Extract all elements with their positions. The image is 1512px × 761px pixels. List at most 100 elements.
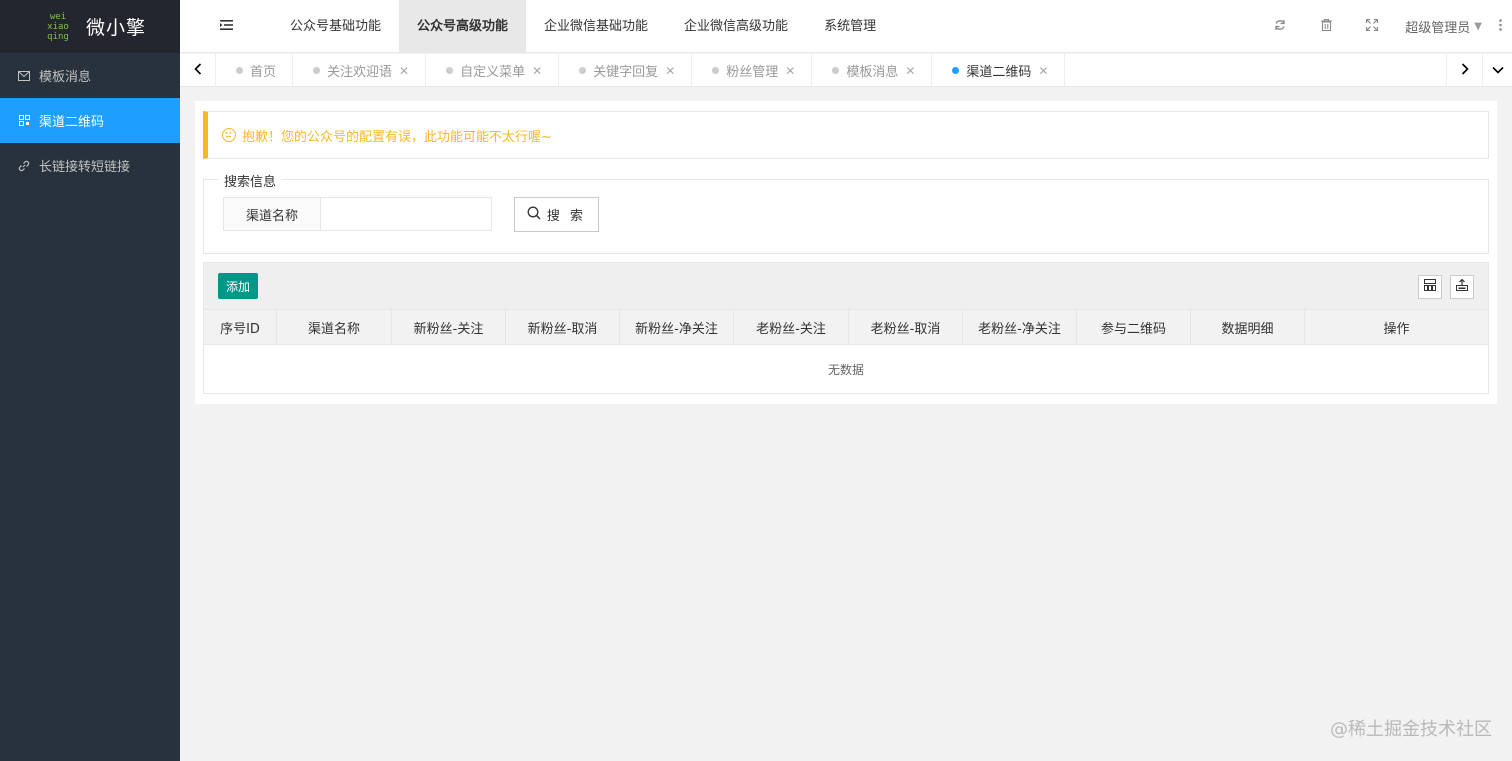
header-actions: 超级管理员 ▼ <box>1257 0 1512 53</box>
column-header[interactable]: 新粉丝-净关注 <box>620 310 734 345</box>
tab-label: 粉丝管理 <box>726 65 779 80</box>
add-button[interactable]: 添加 <box>218 273 258 299</box>
column-header[interactable]: 新粉丝-关注 <box>392 310 506 345</box>
tab-dot <box>579 67 587 74</box>
refresh-button[interactable] <box>1257 0 1303 53</box>
close-icon[interactable]: ✕ <box>785 64 795 78</box>
channel-name-input[interactable] <box>321 197 492 231</box>
column-header[interactable]: 序号ID <box>204 310 277 345</box>
nav-mp-basic[interactable]: 公众号基础功能 <box>272 0 399 53</box>
tab-label: 首页 <box>250 65 277 80</box>
refresh-icon <box>1274 19 1286 35</box>
export-icon <box>1456 278 1468 295</box>
tab-dot <box>236 67 243 74</box>
main-content: 抱歉！您的公众号的配置有误，此功能可能不太行喔~ 搜索信息 渠道名称 搜 索 添… <box>195 101 1497 404</box>
channel-name-field: 渠道名称 <box>223 197 492 231</box>
column-header[interactable]: 渠道名称 <box>277 310 392 345</box>
top-header: 公众号基础功能 公众号高级功能 企业微信基础功能 企业微信高级功能 系统管理 超… <box>180 0 1512 53</box>
more-vertical-icon <box>1498 18 1502 35</box>
empty-state: 无数据 <box>204 345 1488 393</box>
search-icon <box>527 206 547 224</box>
logo-mark: wei xiao qing <box>47 11 69 42</box>
user-name: 超级管理员 <box>1405 21 1471 36</box>
close-icon[interactable]: ✕ <box>399 64 409 78</box>
tab-dot <box>446 67 454 74</box>
fold-sidebar-button[interactable] <box>180 0 272 53</box>
search-button[interactable]: 搜 索 <box>514 197 599 232</box>
sidebar-item-channel-qrcode[interactable]: 渠道二维码 <box>0 98 180 143</box>
menu-fold-icon <box>219 19 233 34</box>
tab-list: 首页 关注欢迎语 ✕ 自定义菜单 ✕ 关键字回复 ✕ 粉丝管理 ✕ 模板消息 ✕ <box>216 54 1446 86</box>
sidebar-item-label: 渠道二维码 <box>39 115 105 130</box>
mail-icon <box>18 70 30 82</box>
tab-home[interactable]: 首页 <box>216 54 294 86</box>
tab-welcome[interactable]: 关注欢迎语 ✕ <box>293 54 427 86</box>
tab-keyword-reply[interactable]: 关键字回复 ✕ <box>559 54 693 86</box>
column-header[interactable]: 老粉丝-关注 <box>734 310 849 345</box>
alert-text: 抱歉！您的公众号的配置有误，此功能可能不太行喔~ <box>242 129 552 145</box>
watermark: @稀土掘金技术社区 <box>1330 719 1492 740</box>
columns-filter-button[interactable] <box>1418 275 1442 299</box>
data-table: 添加 序号ID 渠道名称 新粉丝-关注 新粉丝-取消 新粉丝-净关注 老粉丝-关… <box>203 262 1489 394</box>
column-header[interactable]: 新粉丝-取消 <box>506 310 620 345</box>
column-header[interactable]: 老粉丝-取消 <box>849 310 963 345</box>
search-button-label: 搜 索 <box>546 209 587 224</box>
nav-wecom-basic[interactable]: 企业微信基础功能 <box>526 0 666 53</box>
tab-label: 关注欢迎语 <box>327 65 393 80</box>
user-menu[interactable]: 超级管理员 ▼ <box>1395 17 1488 36</box>
clear-cache-button[interactable] <box>1303 0 1349 53</box>
brand-name: 微小擎 <box>86 17 147 39</box>
close-icon[interactable]: ✕ <box>532 64 542 78</box>
export-button[interactable] <box>1450 275 1474 299</box>
nav-system[interactable]: 系统管理 <box>806 0 894 53</box>
column-header[interactable]: 参与二维码 <box>1077 310 1191 345</box>
page-tabs: 首页 关注欢迎语 ✕ 自定义菜单 ✕ 关键字回复 ✕ 粉丝管理 ✕ 模板消息 ✕ <box>180 54 1512 87</box>
tab-channel-qrcode[interactable]: 渠道二维码 ✕ <box>932 54 1066 86</box>
tab-fans[interactable]: 粉丝管理 ✕ <box>692 54 813 86</box>
more-button[interactable] <box>1488 0 1512 53</box>
tab-dot <box>313 67 321 74</box>
tab-custom-menu[interactable]: 自定义菜单 ✕ <box>426 54 560 86</box>
sidebar-item-template-message[interactable]: 模板消息 <box>0 53 180 98</box>
fullscreen-icon <box>1366 18 1379 35</box>
search-panel: 搜索信息 渠道名称 搜 索 <box>203 171 1489 254</box>
sidebar: wei xiao qing 微小擎 模板消息 渠道二维码 长链接转短链接 <box>0 0 180 761</box>
tab-label: 渠道二维码 <box>966 65 1032 80</box>
nav-mp-advanced[interactable]: 公众号高级功能 <box>399 0 527 53</box>
tab-dot <box>952 67 960 74</box>
sidebar-item-label: 模板消息 <box>39 70 92 85</box>
config-warning-alert: 抱歉！您的公众号的配置有误，此功能可能不太行喔~ <box>203 111 1489 159</box>
trash-icon <box>1320 18 1332 35</box>
link-icon <box>18 160 30 172</box>
sidebar-item-short-link[interactable]: 长链接转短链接 <box>0 143 180 188</box>
tabs-scroll-right-button[interactable] <box>1446 54 1482 87</box>
nav-wecom-advanced[interactable]: 企业微信高级功能 <box>666 0 806 53</box>
logo[interactable]: wei xiao qing 微小擎 <box>0 0 180 53</box>
close-icon[interactable]: ✕ <box>1038 64 1048 78</box>
tab-label: 模板消息 <box>846 65 899 80</box>
close-icon[interactable]: ✕ <box>665 64 675 78</box>
column-header[interactable]: 操作 <box>1305 310 1488 345</box>
tab-dot <box>712 67 720 74</box>
tab-label: 关键字回复 <box>593 65 659 80</box>
table-toolbar: 添加 <box>204 263 1488 310</box>
sad-face-icon <box>222 128 236 142</box>
close-icon[interactable]: ✕ <box>905 64 915 78</box>
chevron-left-icon <box>193 62 202 79</box>
sidebar-item-label: 长链接转短链接 <box>39 160 131 175</box>
caret-down-icon: ▼ <box>1474 21 1482 32</box>
fullscreen-button[interactable] <box>1349 0 1395 53</box>
search-legend: 搜索信息 <box>218 171 283 190</box>
chevron-right-icon <box>1461 62 1469 79</box>
columns-icon <box>1424 279 1436 295</box>
tab-template-message[interactable]: 模板消息 ✕ <box>812 54 933 86</box>
column-header[interactable]: 数据明细 <box>1191 310 1305 345</box>
tab-label: 自定义菜单 <box>460 65 526 80</box>
chevron-down-icon <box>1491 63 1504 78</box>
qrcode-icon <box>18 115 30 127</box>
table-header: 序号ID 渠道名称 新粉丝-关注 新粉丝-取消 新粉丝-净关注 老粉丝-关注 老… <box>204 310 1488 345</box>
channel-name-label: 渠道名称 <box>223 197 321 231</box>
tabs-menu-button[interactable] <box>1482 54 1512 87</box>
tabs-scroll-left-button[interactable] <box>180 54 216 87</box>
column-header[interactable]: 老粉丝-净关注 <box>963 310 1077 345</box>
